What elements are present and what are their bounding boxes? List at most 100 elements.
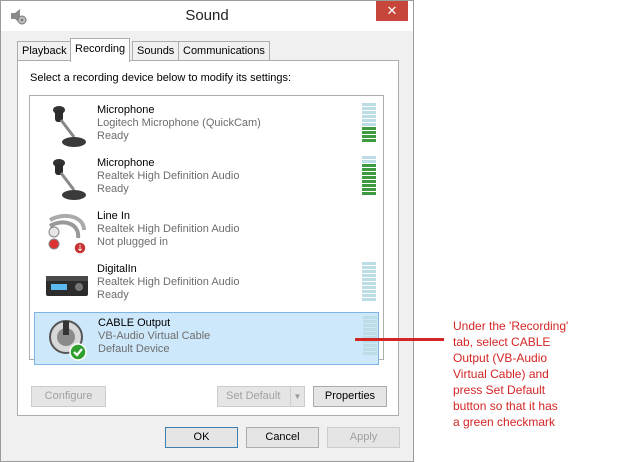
level-meter-segment (362, 119, 376, 122)
device-status: Default Device (98, 343, 170, 355)
annotation-line: Virtual Cable) and (453, 367, 549, 381)
level-meter (362, 156, 376, 196)
device-item-line-in[interactable]: ↓ Line In Realtek High Definition Audio … (34, 206, 379, 259)
device-description: VB-Audio Virtual Cable (98, 330, 211, 342)
cable-output-icon (49, 320, 87, 361)
annotation-line: press Set Default (453, 383, 546, 397)
level-meter-segment (363, 344, 377, 347)
configure-button-label: Configure (44, 390, 93, 402)
configure-button[interactable]: Configure (31, 386, 106, 407)
microphone-icon (53, 159, 86, 200)
level-meter-segment (362, 270, 376, 273)
device-description: Realtek High Definition Audio (97, 170, 240, 182)
set-default-button[interactable]: Set Default ▼ (217, 386, 305, 407)
cancel-button[interactable]: Cancel (246, 427, 319, 448)
level-meter-segment (362, 180, 376, 183)
level-meter (363, 316, 377, 356)
device-name: Line In (97, 210, 131, 222)
annotation-text: Under the 'Recording' tab, select CABLE … (453, 318, 603, 430)
device-name: Microphone (97, 104, 155, 116)
device-item-cable-output[interactable]: CABLE Output VB-Audio Virtual Cable Defa… (34, 312, 379, 365)
tab-playback[interactable]: Playback (17, 41, 72, 61)
level-meter-segment (362, 172, 376, 175)
level-meter-segment (362, 103, 376, 106)
device-item-realtek-microphone[interactable]: Microphone Realtek High Definition Audio… (34, 153, 379, 206)
level-meter-segment (362, 139, 376, 142)
tab-communications[interactable]: Communications (178, 41, 270, 61)
level-meter-segment (362, 111, 376, 114)
ok-button-label: OK (193, 431, 210, 443)
level-meter-segment (362, 188, 376, 191)
device-status: Ready (97, 183, 129, 195)
level-meter-segment (363, 352, 377, 355)
ok-button[interactable]: OK (165, 427, 238, 448)
level-meter-segment (362, 176, 376, 179)
line-in-cable-icon: ↓ (48, 213, 87, 255)
level-meter-segment (362, 135, 376, 138)
level-meter-segment (362, 286, 376, 289)
level-meter-segment (362, 107, 376, 110)
sound-dialog: Sound ✕ Playback Recording Sounds Commun… (0, 0, 414, 462)
level-meter-segment (362, 282, 376, 285)
level-meter-segment (362, 184, 376, 187)
properties-button[interactable]: Properties (313, 386, 387, 407)
apply-button[interactable]: Apply (327, 427, 400, 448)
level-meter-segment (362, 168, 376, 171)
annotation-line: button so that it has (453, 399, 558, 413)
device-item-digitalin[interactable]: DigitalIn Realtek High Definition Audio … (34, 259, 379, 312)
device-description: Realtek High Definition Audio (97, 276, 240, 288)
level-meter-segment (362, 266, 376, 269)
device-name: Microphone (97, 157, 155, 169)
window-title: Sound (185, 7, 229, 24)
apply-button-label: Apply (349, 431, 378, 443)
tab-recording[interactable]: Recording (70, 38, 131, 62)
level-meter-segment (363, 316, 377, 319)
microphone-icon (53, 106, 86, 147)
recording-panel: Select a recording device below to modif… (17, 60, 399, 416)
level-meter (362, 103, 376, 143)
device-status: Ready (97, 289, 129, 301)
level-meter-segment (362, 115, 376, 118)
annotation-line: a green checkmark (453, 415, 556, 429)
tab-sounds[interactable]: Sounds (132, 41, 180, 61)
device-status: Not plugged in (97, 236, 168, 248)
device-description: Logitech Microphone (QuickCam) (97, 117, 261, 129)
properties-button-label: Properties (324, 390, 376, 402)
digital-in-device-icon (46, 276, 88, 296)
chevron-down-icon[interactable]: ▼ (290, 387, 304, 406)
device-name: CABLE Output (98, 317, 171, 329)
level-meter-segment (362, 262, 376, 265)
level-meter-segment (362, 294, 376, 297)
level-meter-segment (362, 127, 376, 130)
level-meter-segment (363, 328, 377, 331)
level-meter-segment (362, 160, 376, 163)
device-item-logitech-microphone[interactable]: Microphone Logitech Microphone (QuickCam… (34, 100, 379, 153)
level-meter-segment (362, 290, 376, 293)
level-meter-segment (362, 123, 376, 126)
level-meter-segment (362, 298, 376, 301)
device-description: Realtek High Definition Audio (97, 223, 240, 235)
close-button[interactable]: ✕ (376, 1, 408, 21)
level-meter-segment (362, 274, 376, 277)
title-bar[interactable]: Sound ✕ (1, 1, 413, 31)
level-meter-segment (362, 164, 376, 167)
level-meter-segment (362, 131, 376, 134)
annotation-line: tab, select CABLE (453, 335, 551, 349)
svg-text:↓: ↓ (76, 244, 84, 254)
device-name: DigitalIn (97, 263, 137, 275)
level-meter (362, 262, 376, 302)
level-meter-segment (362, 278, 376, 281)
annotation-line: Output (VB-Audio (453, 351, 548, 365)
device-list[interactable]: Microphone Logitech Microphone (QuickCam… (29, 95, 384, 365)
cancel-button-label: Cancel (265, 431, 300, 443)
annotation-line: Under the 'Recording' (453, 319, 569, 333)
instruction-text: Select a recording device below to modif… (30, 72, 292, 84)
level-meter-segment (363, 332, 377, 335)
annotation-arrow (355, 338, 444, 341)
level-meter-segment (362, 156, 376, 159)
device-status: Ready (97, 130, 129, 142)
level-meter-segment (363, 348, 377, 351)
set-default-button-label: Set Default (226, 390, 281, 402)
level-meter-segment (363, 320, 377, 323)
level-meter-segment (363, 324, 377, 327)
